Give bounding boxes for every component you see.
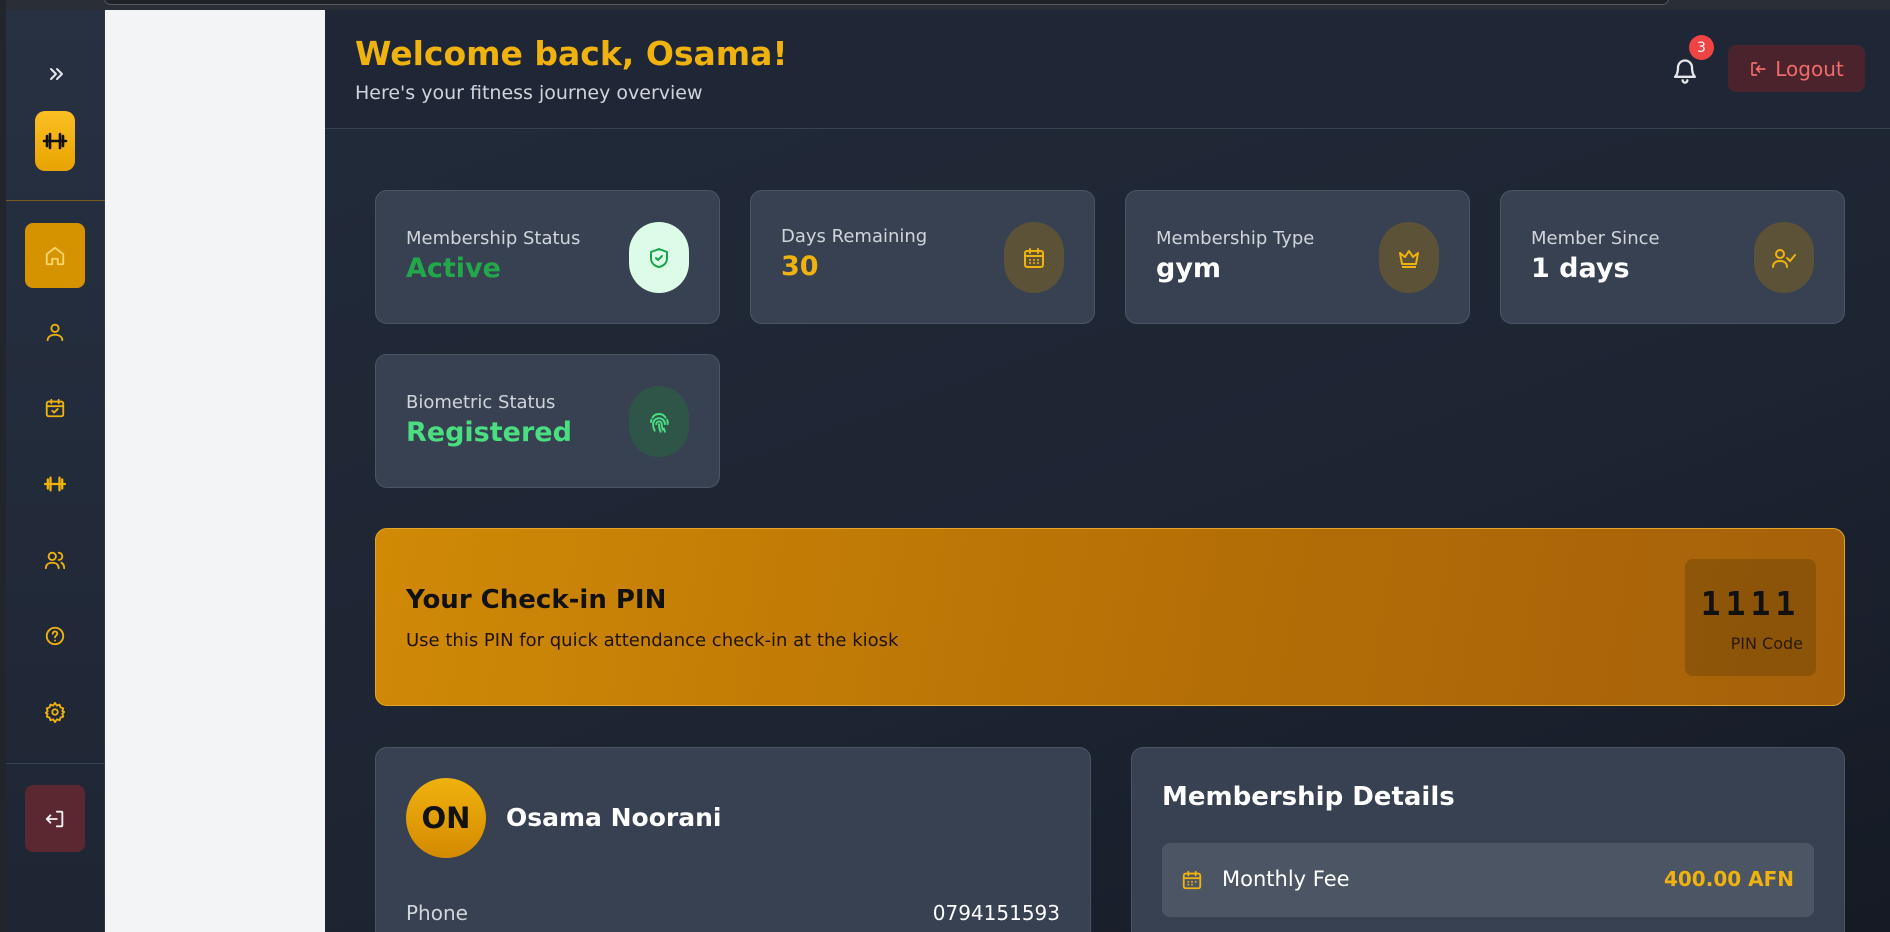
app-logo[interactable] [35, 111, 75, 171]
crown-icon [1399, 249, 1419, 268]
users-icon [44, 551, 66, 569]
sidebar-item-home[interactable] [25, 223, 85, 288]
page-title: Welcome back, Osama! [355, 34, 788, 73]
stat-card-member-since: Member Since 1 days [1500, 190, 1845, 324]
bell-icon [1673, 59, 1697, 84]
stat-value: gym [1156, 253, 1222, 284]
stat-card-membership-status: Membership Status Active [375, 190, 720, 324]
expand-sidebar-button[interactable] [42, 60, 70, 88]
notification-count-badge: 3 [1689, 35, 1714, 60]
browser-bar [0, 0, 1890, 10]
membership-details-card: Membership Details Monthly Fee 400.00 AF… [1131, 747, 1845, 932]
pin-code-label: PIN Code [1730, 634, 1803, 653]
stat-label: Biometric Status [406, 392, 556, 413]
url-bar[interactable] [104, 0, 1669, 5]
stat-icon-badge [629, 222, 689, 293]
logout-icon [45, 810, 64, 827]
pin-title: Your Check-in PIN [406, 585, 667, 615]
home-icon [45, 246, 65, 265]
logout-icon [1751, 61, 1766, 76]
sidebar-divider [6, 763, 105, 764]
main-content: Welcome back, Osama! Here's your fitness… [325, 10, 1890, 932]
stat-card-membership-type: Membership Type gym [1125, 190, 1470, 324]
sidebar-logout-button[interactable] [25, 785, 85, 852]
calendar-check-icon [45, 398, 65, 417]
stat-card-days-remaining: Days Remaining 30 [750, 190, 1095, 324]
profile-name: Osama Noorani [506, 803, 722, 832]
blank-panel [105, 10, 325, 932]
membership-details-title: Membership Details [1162, 782, 1455, 812]
stat-label: Membership Status [406, 228, 581, 249]
sidebar-item-help[interactable] [25, 603, 85, 668]
pin-description: Use this PIN for quick attendance check-… [406, 630, 899, 651]
stat-value: Registered [406, 417, 572, 448]
logout-button[interactable]: Logout [1728, 45, 1865, 92]
calendar-icon [1180, 868, 1204, 892]
chevrons-right-icon [50, 68, 63, 80]
pin-code: 1111 [1700, 584, 1801, 623]
page-subtitle: Here's your fitness journey overview [355, 82, 703, 104]
stat-icon-badge [1754, 222, 1814, 293]
dumbbell-icon [42, 132, 68, 150]
checkin-pin-banner: Your Check-in PIN Use this PIN for quick… [375, 528, 1845, 706]
sidebar-divider [6, 200, 105, 201]
stat-value: 1 days [1531, 253, 1630, 284]
dumbbell-icon [43, 476, 67, 491]
user-icon [46, 323, 64, 341]
stat-label: Member Since [1531, 228, 1660, 249]
stat-value: Active [406, 253, 501, 284]
calendar-icon [1024, 247, 1044, 268]
monthly-fee-row: Monthly Fee 400.00 AFN [1162, 843, 1814, 917]
sidebar-item-profile[interactable] [25, 299, 85, 364]
logout-label: Logout [1775, 56, 1844, 81]
stat-value: 30 [781, 251, 819, 282]
fingerprint-icon [649, 412, 669, 433]
phone-label: Phone [406, 901, 468, 925]
stat-card-biometric-status: Biometric Status Registered [375, 354, 720, 488]
avatar: ON [406, 778, 486, 858]
monthly-fee-label: Monthly Fee [1222, 867, 1350, 891]
sidebar-item-trainers[interactable] [25, 527, 85, 592]
stat-label: Days Remaining [781, 226, 928, 247]
profile-card: ON Osama Noorani Phone 0794151593 [375, 747, 1091, 932]
help-icon [45, 626, 65, 645]
top-header: Welcome back, Osama! Here's your fitness… [325, 10, 1890, 129]
sidebar-item-settings[interactable] [25, 679, 85, 744]
sidebar-item-workouts[interactable] [25, 451, 85, 516]
user-check-icon [1772, 248, 1796, 268]
monthly-fee-value: 400.00 AFN [1663, 867, 1794, 891]
stat-icon-badge [629, 386, 689, 457]
sidebar [6, 10, 105, 932]
gear-icon [44, 701, 66, 723]
shield-check-icon [650, 247, 668, 268]
pin-code-box: 1111 PIN Code [1685, 559, 1816, 676]
sidebar-item-attendance[interactable] [25, 375, 85, 440]
stat-icon-badge [1379, 222, 1439, 293]
phone-value: 0794151593 [932, 901, 1060, 925]
stat-label: Membership Type [1156, 228, 1315, 249]
stat-icon-badge [1004, 222, 1064, 293]
